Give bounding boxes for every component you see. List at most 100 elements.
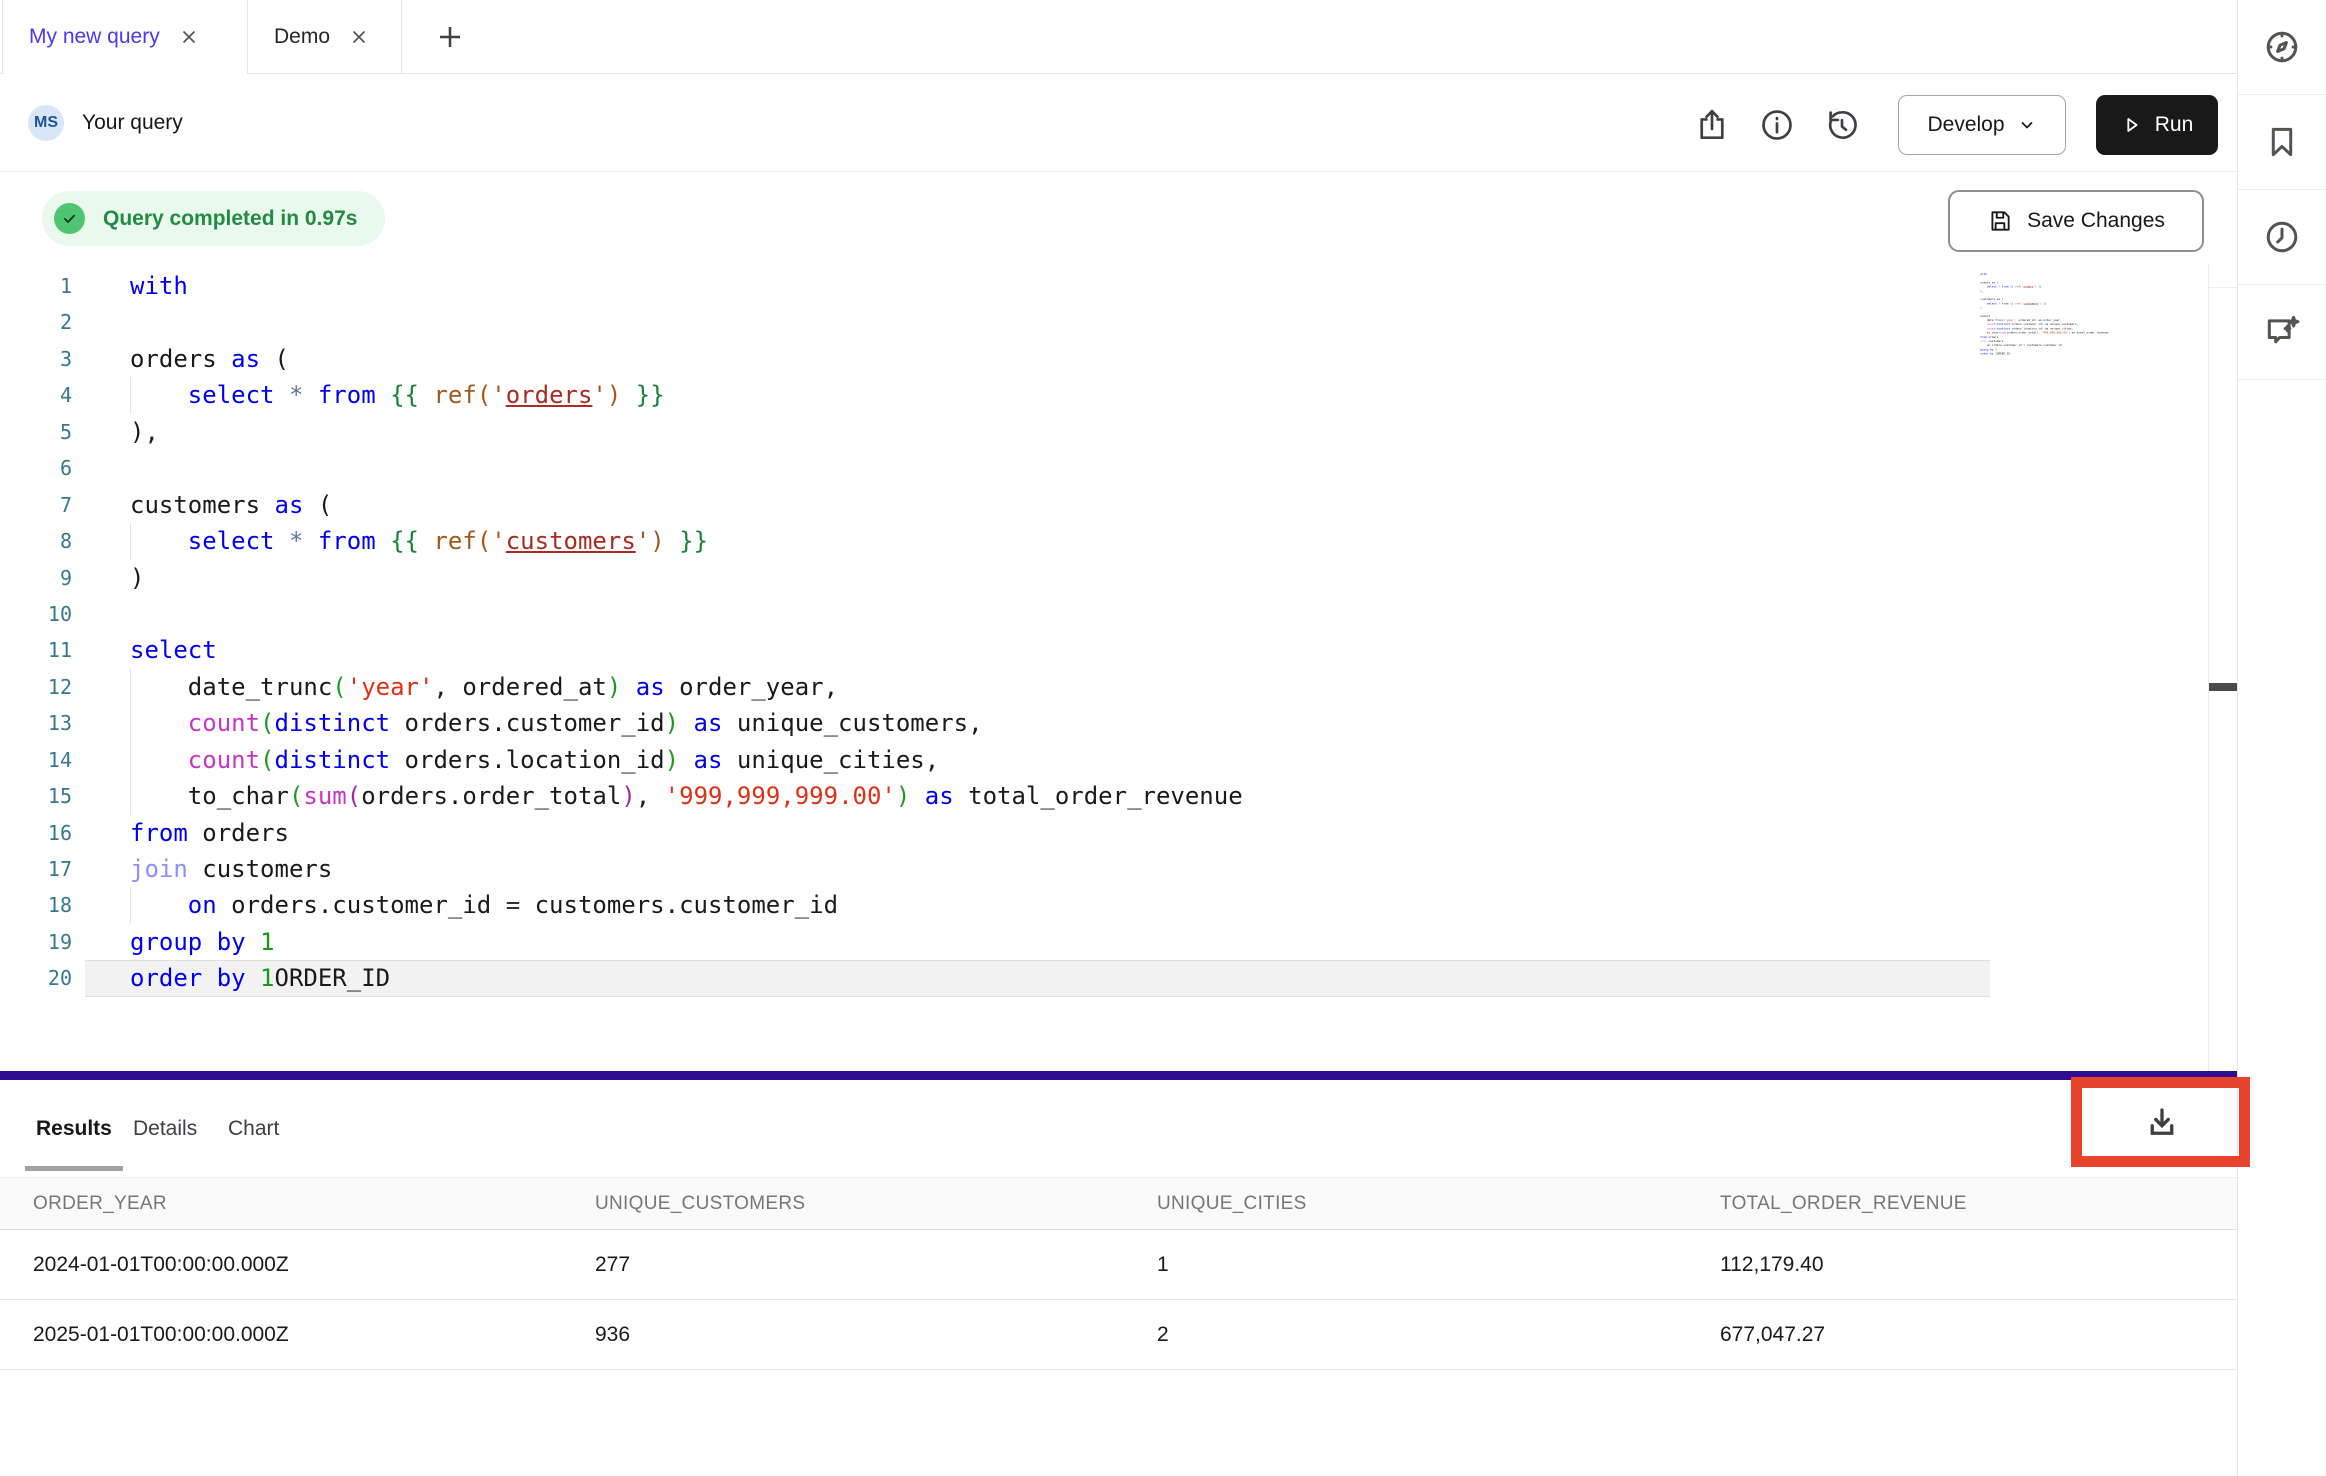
tab-demo[interactable]: Demo [248, 0, 402, 74]
line-number: 6 [0, 450, 72, 486]
indent-guide [130, 523, 188, 559]
code-token: ( [260, 345, 289, 373]
code-token: * [289, 527, 303, 555]
code-line[interactable] [85, 450, 1990, 486]
sidebar-item-bookmark[interactable] [2238, 95, 2326, 190]
table-row: 2024-01-01T00:00:00.000Z2771112,179.40 [0, 1230, 2237, 1300]
code-token: 1 [260, 928, 274, 956]
sql-editor[interactable]: 1234567891011121314151617181920 withorde… [0, 265, 2237, 1071]
code-token [665, 527, 679, 555]
scrollbar-track-divider [2209, 287, 2237, 288]
code-token: ) [665, 709, 679, 737]
close-icon[interactable] [178, 26, 200, 48]
indent-guide [130, 377, 188, 413]
code-line[interactable]: select * from {{ ref('orders') }} [85, 377, 1990, 413]
code-line[interactable]: order by 1ORDER_ID [85, 960, 1990, 996]
check-circle-icon [54, 203, 85, 234]
new-tab-button[interactable] [418, 0, 482, 74]
code-line[interactable] [85, 596, 1990, 632]
minimap[interactable]: withorders as (select * from {{ ref('ord… [1975, 272, 2137, 364]
code-line[interactable]: date_trunc('year', ordered_at) as order_… [85, 669, 1990, 705]
history-button[interactable] [1823, 106, 1861, 144]
code-token [419, 381, 433, 409]
avatar: MS [28, 105, 64, 141]
code-token: customers [2023, 302, 2038, 305]
sidebar-item-clock[interactable] [2238, 190, 2326, 285]
line-number: 4 [0, 377, 72, 413]
code-line[interactable]: join customers [85, 851, 1990, 887]
develop-dropdown[interactable]: Develop [1898, 95, 2066, 155]
sidebar-item-ai-chat[interactable] [2238, 285, 2326, 380]
code-token: orders [506, 381, 593, 409]
line-number: 13 [0, 705, 72, 741]
share-button[interactable] [1693, 106, 1731, 144]
code-line[interactable]: to_char(sum(orders.order_total), '999,99… [85, 778, 1990, 814]
code-token: orders.customer_id [217, 891, 506, 919]
code-token [275, 527, 289, 555]
code-token: select [188, 381, 275, 409]
code-token: ref( [433, 381, 491, 409]
code-token: ) [650, 527, 664, 555]
code-line[interactable]: from orders [85, 815, 1990, 851]
code-line[interactable]: order by 1ORDER_ID [1975, 352, 2136, 356]
code-token: from [2002, 285, 2009, 288]
code-lines[interactable]: withorders as (select * from {{ ref('ord… [85, 268, 1990, 997]
code-token: }} [636, 381, 665, 409]
code-token: as [275, 491, 304, 519]
develop-label: Develop [1927, 113, 2004, 137]
code-token: * [289, 381, 303, 409]
line-number: 12 [0, 669, 72, 705]
code-line[interactable]: ) [85, 560, 1990, 596]
code-line[interactable]: select [85, 632, 1990, 668]
code-token [246, 964, 260, 992]
indent-guide [130, 887, 188, 923]
run-button[interactable]: Run [2096, 95, 2218, 155]
status-message: Query completed in 0.97s [103, 207, 357, 231]
save-changes-button[interactable]: Save Changes [1948, 190, 2204, 252]
code-token: order_year, [665, 673, 838, 701]
code-token: {{ [390, 527, 419, 555]
code-line[interactable]: select * from {{ ref('customers') }} [85, 523, 1990, 559]
sidebar-item-compass[interactable] [2238, 0, 2326, 95]
code-token: from [318, 527, 376, 555]
download-results-button[interactable] [2140, 1100, 2184, 1144]
code-token [246, 928, 260, 956]
tab-chart[interactable]: Chart [228, 1080, 279, 1177]
code-line[interactable]: orders as ( [85, 341, 1990, 377]
code-line[interactable]: count(distinct orders.location_id) as un… [85, 742, 1990, 778]
code-token: , [636, 782, 665, 810]
code-token: as [694, 709, 723, 737]
tab-results[interactable]: Results [36, 1080, 112, 1177]
play-icon [2121, 114, 2143, 136]
tab-my-new-query[interactable]: My new query [2, 0, 248, 74]
code-line[interactable]: customers as ( [85, 487, 1990, 523]
code-token [303, 381, 317, 409]
code-token: orders.customer_id [1990, 344, 2023, 347]
line-number: 20 [0, 960, 72, 996]
code-line[interactable]: with [85, 268, 1990, 304]
table-cell: 2025-01-01T00:00:00.000Z [33, 1323, 595, 1347]
code-token: , ordered_at [2015, 319, 2035, 322]
code-line[interactable]: group by 1 [85, 924, 1990, 960]
scrollbar-handle[interactable] [2209, 683, 2238, 691]
code-token: unique_cities, [722, 746, 939, 774]
code-token [275, 381, 289, 409]
editor-scrollbar-track[interactable] [2208, 265, 2238, 1071]
tab-details[interactable]: Details [133, 1080, 197, 1177]
code-line[interactable]: ), [85, 414, 1990, 450]
code-line[interactable]: on orders.customer_id = customers.custom… [85, 887, 1990, 923]
code-token: from [2002, 302, 2009, 305]
code-token: order_year, [2042, 319, 2062, 322]
code-token: ' [491, 381, 505, 409]
close-icon[interactable] [348, 26, 370, 48]
code-line[interactable] [85, 304, 1990, 340]
code-line[interactable]: count(distinct orders.customer_id) as un… [85, 705, 1990, 741]
info-button[interactable] [1758, 106, 1796, 144]
panel-resize-divider[interactable] [0, 1071, 2237, 1080]
code-token: '999,999,999.00' [665, 782, 896, 810]
code-token: ( [2000, 298, 2003, 301]
query-status-badge: Query completed in 0.97s [42, 191, 385, 246]
table-body: 2024-01-01T00:00:00.000Z2771112,179.40 20… [0, 1230, 2237, 1370]
code-token: order by [1980, 352, 1993, 355]
table-cell: 1 [1157, 1253, 1720, 1277]
